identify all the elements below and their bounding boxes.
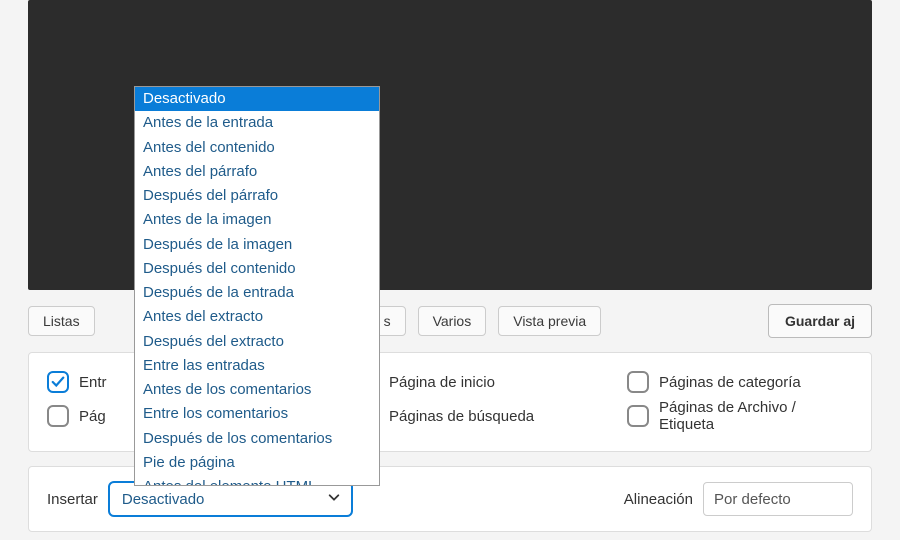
insert-option[interactable]: Después del extracto (135, 330, 379, 354)
insert-position-select[interactable]: Desactivado (108, 481, 353, 517)
checkbox-category-label: Páginas de categoría (659, 374, 801, 391)
insert-option[interactable]: Después de los comentarios (135, 427, 379, 451)
checkbox-archive[interactable] (627, 405, 649, 427)
insert-option[interactable]: Pie de página (135, 451, 379, 475)
insert-option[interactable]: Antes del contenido (135, 136, 379, 160)
checkbox-paginas[interactable] (47, 405, 69, 427)
insert-position-listbox[interactable]: DesactivadoAntes de la entradaAntes del … (134, 86, 380, 486)
checkbox-archive-label: Páginas de Archivo / Etiqueta (659, 399, 853, 433)
insert-option[interactable]: Antes del extracto (135, 305, 379, 329)
checkbox-home-label: Página de inicio (389, 374, 495, 391)
tab-varios[interactable]: Varios (418, 306, 487, 336)
insert-option[interactable]: Entre los comentarios (135, 402, 379, 426)
alignment-selected-value: Por defecto (714, 491, 791, 508)
tab-vista-previa[interactable]: Vista previa (498, 306, 601, 336)
checkbox-entradas-label: Entr (79, 374, 107, 391)
insert-option[interactable]: Desactivado (135, 87, 379, 111)
checkbox-paginas-label: Pág (79, 408, 106, 425)
insert-selected-value: Desactivado (122, 491, 205, 508)
insert-option[interactable]: Después del párrafo (135, 184, 379, 208)
insert-label: Insertar (47, 491, 98, 508)
insert-option[interactable]: Antes de los comentarios (135, 378, 379, 402)
checkbox-search-label: Páginas de búsqueda (389, 408, 534, 425)
insert-option[interactable]: Entre las entradas (135, 354, 379, 378)
insert-option[interactable]: Antes del elemento HTML (135, 475, 379, 486)
checkbox-category[interactable] (627, 371, 649, 393)
save-button[interactable]: Guardar aj (768, 304, 872, 338)
check-icon (51, 375, 65, 389)
chevron-down-icon (327, 490, 341, 508)
insert-option[interactable]: Después de la imagen (135, 233, 379, 257)
alignment-label: Alineación (624, 491, 693, 508)
insert-option[interactable]: Antes de la entrada (135, 111, 379, 135)
checkbox-entradas[interactable] (47, 371, 69, 393)
tab-listas[interactable]: Listas (28, 306, 95, 336)
insert-option[interactable]: Antes de la imagen (135, 208, 379, 232)
insert-option[interactable]: Antes del párrafo (135, 160, 379, 184)
insert-option[interactable]: Después de la entrada (135, 281, 379, 305)
insert-option[interactable]: Después del contenido (135, 257, 379, 281)
alignment-select[interactable]: Por defecto (703, 482, 853, 516)
